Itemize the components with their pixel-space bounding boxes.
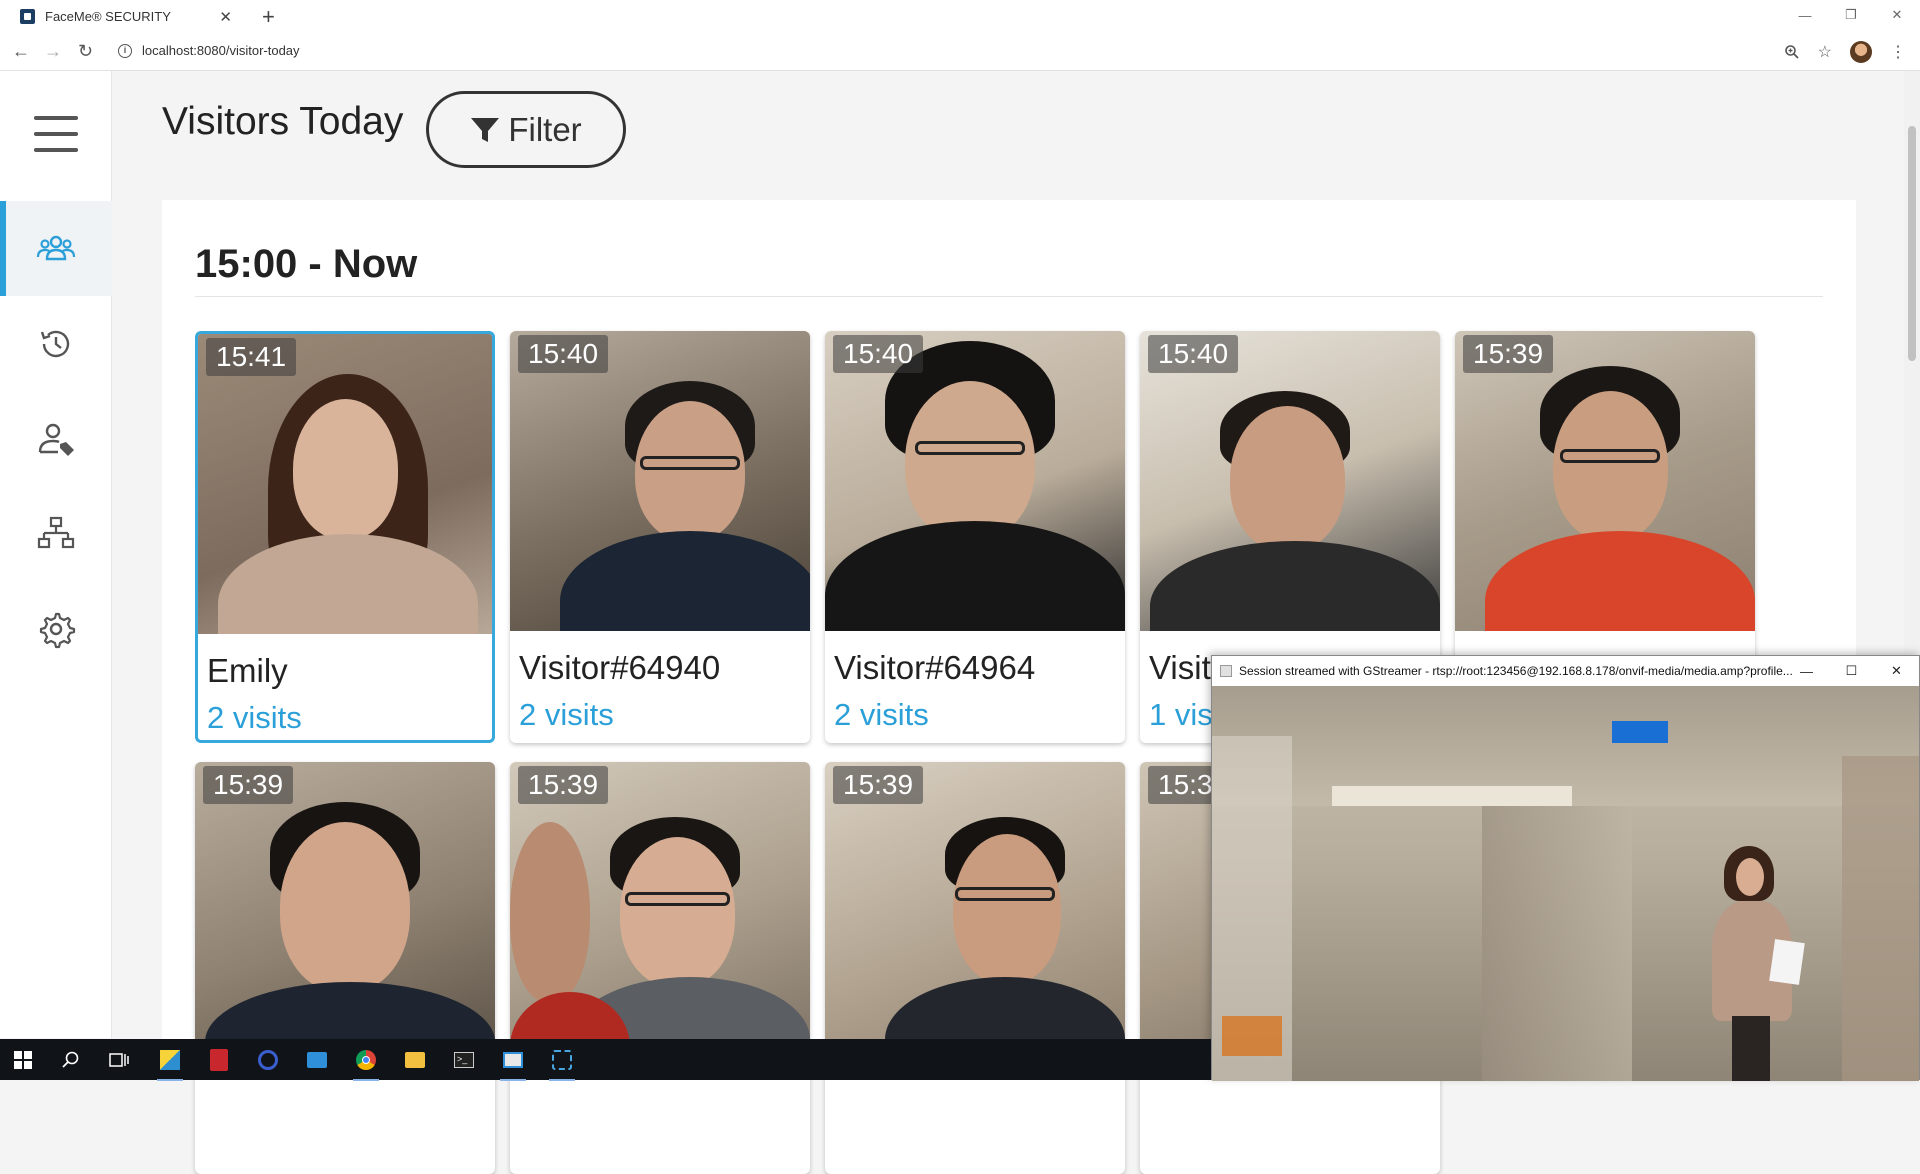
- visitor-photo: [510, 762, 810, 1062]
- visitor-card[interactable]: 15:40 Visitor#64964 2 visits: [825, 331, 1125, 743]
- section-title: 15:00 - Now: [195, 242, 418, 286]
- tab-title: FaceMe® SECURITY: [45, 9, 171, 24]
- visitor-name: Visitor#64964: [834, 649, 1036, 686]
- windows-start-icon[interactable]: [8, 1045, 38, 1075]
- page-scrollbar[interactable]: [1904, 71, 1920, 655]
- sidebar-item-history[interactable]: [0, 296, 112, 391]
- video-maximize-icon[interactable]: ☐: [1829, 656, 1874, 686]
- visit-count-link[interactable]: 2 visits: [207, 700, 302, 736]
- section-divider: [195, 296, 1823, 297]
- visit-count-link[interactable]: 2 visits: [519, 697, 614, 733]
- video-window-titlebar[interactable]: Session streamed with GStreamer - rtsp:/…: [1212, 656, 1919, 686]
- terminal-icon[interactable]: >_: [449, 1045, 479, 1075]
- url-text: localhost:8080/visitor-today: [142, 43, 300, 58]
- sidebar-item-person-tags[interactable]: [0, 391, 112, 486]
- sidebar-item-settings[interactable]: [0, 581, 112, 676]
- visitor-card[interactable]: 15:39: [510, 762, 810, 1174]
- visitor-photo: [825, 331, 1125, 631]
- address-bar: ← → ↻ i localhost:8080/visitor-today ☆ ⋮: [0, 33, 1920, 71]
- visitor-card[interactable]: 15:39: [825, 762, 1125, 1174]
- sidebar-item-network[interactable]: [0, 486, 112, 581]
- visitor-photo: [198, 334, 492, 634]
- search-icon[interactable]: [56, 1045, 86, 1075]
- visit-time-badge: 15:40: [518, 335, 609, 373]
- pdf-app-icon[interactable]: [204, 1045, 234, 1075]
- windows-taskbar: >_: [0, 1039, 1211, 1081]
- profile-avatar[interactable]: [1850, 41, 1872, 63]
- photos-app-icon[interactable]: [302, 1045, 332, 1075]
- new-tab-button[interactable]: +: [262, 4, 275, 30]
- filter-button[interactable]: Filter: [426, 91, 626, 168]
- browser-menu-icon[interactable]: ⋮: [1890, 42, 1906, 62]
- visitor-card[interactable]: 15:41 Emily 2 visits: [195, 331, 495, 743]
- visit-time-badge: 15:39: [1463, 335, 1554, 373]
- visit-time-badge: 15:39: [833, 766, 924, 804]
- gear-icon: [39, 612, 76, 648]
- visitor-name: Visit: [1149, 649, 1211, 686]
- file-explorer-icon[interactable]: [400, 1045, 430, 1075]
- visit-time-badge: 15:41: [206, 338, 297, 376]
- visitor-name: Visitor#64940: [519, 649, 721, 686]
- history-icon: [40, 330, 70, 357]
- cortana-icon[interactable]: [253, 1045, 283, 1075]
- visitor-photo: [825, 762, 1125, 1062]
- visitor-photo: [1140, 331, 1440, 631]
- visit-count-link[interactable]: 1 vis: [1149, 697, 1213, 733]
- visit-time-badge: 15:39: [518, 766, 609, 804]
- filter-funnel-icon: [471, 117, 500, 142]
- minimize-icon[interactable]: —: [1782, 0, 1828, 30]
- video-minimize-icon[interactable]: —: [1784, 656, 1829, 686]
- visitor-name: Emily: [207, 652, 288, 689]
- site-info-icon[interactable]: i: [118, 43, 132, 58]
- gstreamer-taskbar-icon[interactable]: [498, 1045, 528, 1081]
- reload-icon[interactable]: ↻: [78, 41, 93, 62]
- visitor-photo: [1455, 331, 1755, 631]
- page-title: Visitors Today: [162, 100, 404, 143]
- window-controls: — ❐ ✕: [1782, 0, 1920, 30]
- video-feed: [1212, 686, 1919, 1081]
- visitor-card[interactable]: 15:39: [195, 762, 495, 1174]
- forward-icon[interactable]: →: [44, 41, 62, 62]
- faceme-taskbar-icon[interactable]: [547, 1045, 577, 1081]
- sidebar: [0, 71, 112, 1038]
- visit-time-badge: 15:40: [833, 335, 924, 373]
- chrome-icon[interactable]: [351, 1045, 381, 1081]
- task-view-icon[interactable]: [104, 1045, 134, 1075]
- restore-icon[interactable]: ❐: [1828, 0, 1874, 30]
- visitor-card[interactable]: 15:40 Visitor#64940 2 visits: [510, 331, 810, 743]
- sidebar-item-visitors[interactable]: [0, 201, 112, 296]
- visit-count-link[interactable]: 2 visits: [834, 697, 929, 733]
- sticky-notes-icon[interactable]: [155, 1045, 185, 1081]
- person-tag-icon: [38, 423, 74, 456]
- video-close-icon[interactable]: ✕: [1874, 656, 1919, 686]
- bookmark-star-icon[interactable]: ☆: [1818, 42, 1832, 62]
- video-window-title: Session streamed with GStreamer - rtsp:/…: [1239, 664, 1793, 678]
- close-tab-icon[interactable]: ✕: [219, 8, 232, 26]
- video-stream-window[interactable]: Session streamed with GStreamer - rtsp:/…: [1211, 655, 1920, 1081]
- back-icon[interactable]: ←: [12, 41, 30, 62]
- browser-tab[interactable]: FaceMe® SECURITY ✕: [0, 0, 248, 33]
- gstreamer-app-icon: [1220, 665, 1232, 677]
- zoom-icon[interactable]: [1784, 44, 1800, 60]
- browser-tab-bar: FaceMe® SECURITY ✕ + — ❐ ✕: [0, 0, 1920, 33]
- network-icon: [37, 516, 75, 548]
- visitor-photo: [195, 762, 495, 1062]
- hamburger-menu-icon[interactable]: [34, 116, 78, 152]
- visit-time-badge: 15:40: [1148, 335, 1239, 373]
- visit-time-badge: 15:39: [203, 766, 294, 804]
- visitor-photo: [510, 331, 810, 631]
- filter-label: Filter: [508, 110, 582, 148]
- faceme-favicon-icon: [20, 9, 35, 24]
- visitors-icon: [36, 235, 76, 260]
- scrollbar-thumb[interactable]: [1908, 126, 1916, 361]
- url-field[interactable]: i localhost:8080/visitor-today: [118, 43, 300, 58]
- close-window-icon[interactable]: ✕: [1874, 0, 1920, 30]
